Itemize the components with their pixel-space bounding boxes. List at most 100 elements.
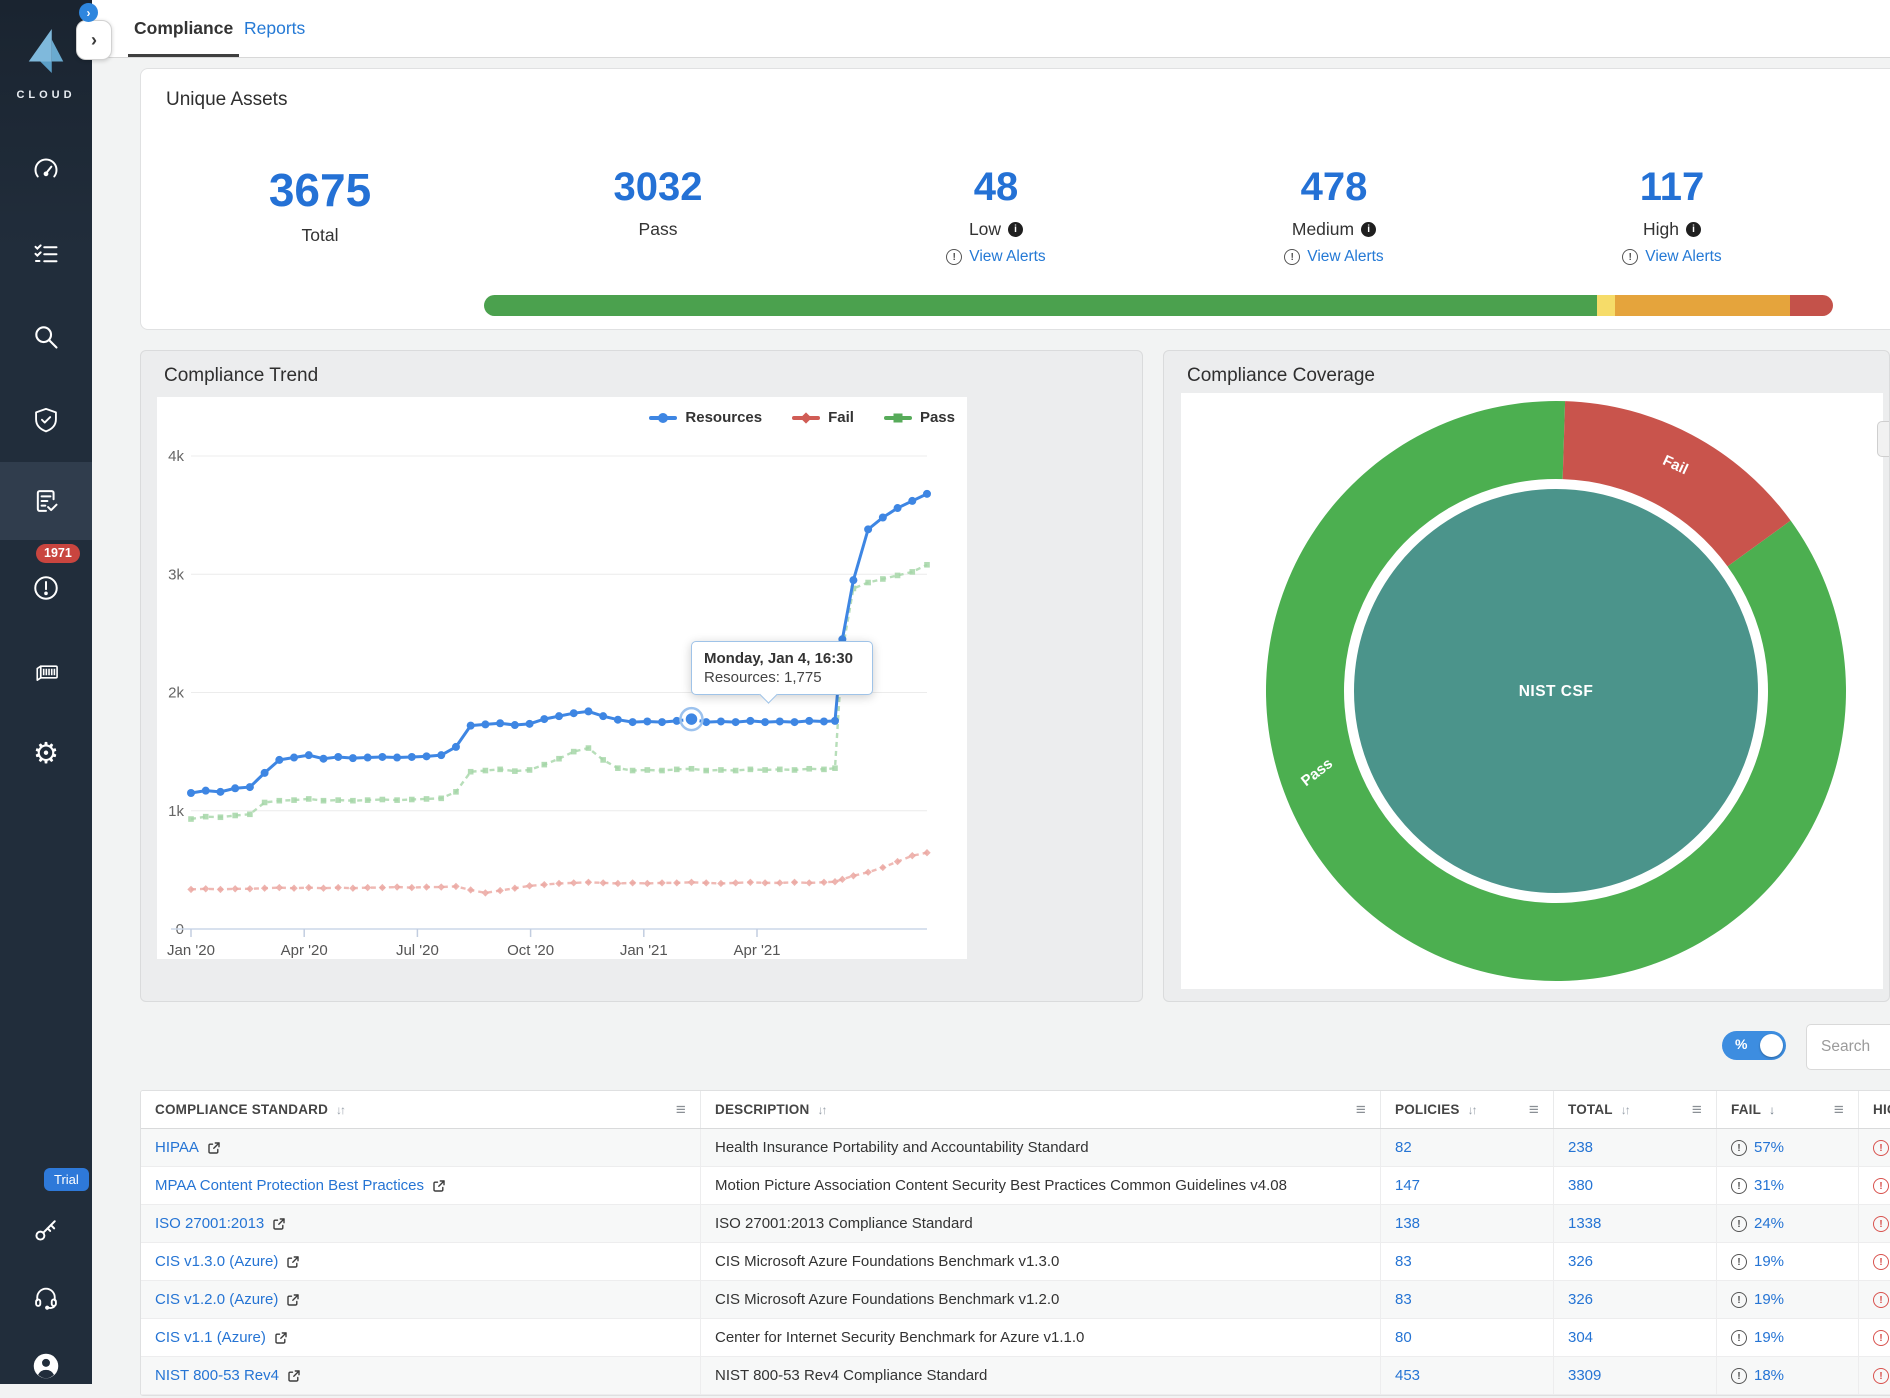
key-icon [32,1216,60,1244]
sort-icon[interactable]: ↓↑ [336,1103,344,1117]
sidebar-expand-button[interactable]: › [76,20,112,60]
stat-pass: 3032Pass [489,167,827,266]
sidebar-item-support[interactable] [0,1266,92,1330]
cell-description: Center for Internet Security Benchmark f… [701,1319,1381,1356]
high-warning-icon: ! [1873,1330,1889,1346]
policies-count-link[interactable]: 83 [1395,1253,1412,1270]
external-link-icon[interactable] [287,1369,301,1383]
policies-count-link[interactable]: 147 [1395,1177,1420,1194]
stat-label: Medium [1292,219,1354,240]
search-icon [32,323,60,351]
fail-percent-link[interactable]: 31% [1754,1177,1784,1194]
description-text: ISO 27001:2013 Compliance Standard [715,1215,973,1232]
avatar-icon [32,1352,60,1380]
standard-link[interactable]: HIPAA [155,1139,199,1156]
column-header-description[interactable]: DESCRIPTION ↓↑ ≡ [701,1091,1381,1128]
sidebar-item-policies[interactable] [0,388,92,452]
fail-warning-icon: ! [1731,1178,1747,1194]
total-count-link[interactable]: 3309 [1568,1367,1601,1384]
legend-item-fail[interactable]: Fail [792,409,854,426]
cell-compliance-standard: MPAA Content Protection Best Practices [141,1167,701,1204]
external-link-icon[interactable] [286,1293,300,1307]
info-icon[interactable]: i [1008,222,1023,237]
total-count-link[interactable]: 326 [1568,1253,1593,1270]
legend-item-resources[interactable]: Resources [649,409,762,426]
standard-link[interactable]: CIS v1.2.0 (Azure) [155,1291,278,1308]
sort-icon[interactable]: ↓↑ [1468,1103,1476,1117]
unique-assets-stats: 3675Total3032Pass48Lowi!View Alerts478Me… [151,167,1841,266]
sidebar-item-compliance[interactable] [0,462,92,540]
view-alerts-link-medium[interactable]: !View Alerts [1165,248,1503,266]
column-menu-icon[interactable]: ≡ [1834,1101,1844,1118]
fail-percent-link[interactable]: 19% [1754,1291,1784,1308]
fail-percent-link[interactable]: 18% [1754,1367,1784,1384]
sidebar-item-license[interactable]: Trial [0,1198,92,1262]
external-link-icon[interactable] [272,1217,286,1231]
total-count-link[interactable]: 238 [1568,1139,1593,1156]
column-header-high[interactable]: HIGH [1859,1091,1890,1128]
column-header-policies[interactable]: POLICIES↓↑≡ [1381,1091,1554,1128]
column-label: COMPLIANCE STANDARD [155,1102,328,1117]
policies-count-link[interactable]: 453 [1395,1367,1420,1384]
total-count-link[interactable]: 326 [1568,1291,1593,1308]
standard-link[interactable]: CIS v1.3.0 (Azure) [155,1253,278,1270]
column-menu-icon[interactable]: ≡ [1692,1101,1702,1118]
sidebar-item-compute[interactable] [0,640,92,704]
external-link-icon[interactable] [432,1179,446,1193]
stat-label: Total [302,225,339,246]
standard-link[interactable]: NIST 800-53 Rev4 [155,1367,279,1384]
column-menu-icon[interactable]: ≡ [1529,1101,1539,1118]
cell-description: CIS Microsoft Azure Foundations Benchmar… [701,1243,1381,1280]
fail-percent-link[interactable]: 57% [1754,1139,1784,1156]
fail-percent-link[interactable]: 24% [1754,1215,1784,1232]
total-count-link[interactable]: 304 [1568,1329,1593,1346]
sort-icon[interactable]: ↓↑ [817,1103,825,1117]
view-alerts-link-high[interactable]: !View Alerts [1503,248,1841,266]
sidebar-item-dashboard[interactable] [0,140,92,204]
percent-toggle[interactable]: % [1722,1031,1786,1060]
info-icon[interactable]: i [1686,222,1701,237]
sidebar-item-alerts[interactable]: 1971 [0,556,92,620]
sidebar-item-profile[interactable] [0,1334,92,1398]
coverage-title: Compliance Coverage [1187,365,1375,387]
panel-expand-handle[interactable] [1877,421,1889,457]
standard-link[interactable]: CIS v1.1 (Azure) [155,1329,266,1346]
sidebar-item-settings[interactable]: ⚙ [0,722,92,786]
fail-percent-link[interactable]: 19% [1754,1253,1784,1270]
legend-item-pass[interactable]: Pass [884,409,955,426]
external-link-icon[interactable] [274,1331,288,1345]
column-header-total[interactable]: TOTAL↓↑≡ [1554,1091,1717,1128]
column-menu-icon[interactable]: ≡ [1356,1101,1366,1118]
sidebar-item-inventory[interactable] [0,222,92,286]
tab-compliance[interactable]: Compliance [128,0,239,57]
column-header-compliance-standard[interactable]: COMPLIANCE STANDARD ↓↑ ≡ [141,1091,701,1128]
cell-fail: !19% [1717,1319,1859,1356]
svg-text:Apr '20: Apr '20 [281,942,328,959]
sort-desc-icon[interactable]: ↓ [1769,1103,1773,1117]
column-label: DESCRIPTION [715,1102,809,1117]
column-header-fail[interactable]: FAIL↓≡ [1717,1091,1859,1128]
sidebar-item-investigate[interactable] [0,305,92,369]
policies-count-link[interactable]: 83 [1395,1291,1412,1308]
tab-reports[interactable]: Reports [238,0,311,57]
total-count-link[interactable]: 380 [1568,1177,1593,1194]
search-input[interactable] [1806,1024,1890,1070]
standard-link[interactable]: MPAA Content Protection Best Practices [155,1177,424,1194]
standard-link[interactable]: ISO 27001:2013 [155,1215,264,1232]
external-link-icon[interactable] [207,1141,221,1155]
stat-value: 3032 [489,167,827,207]
cell-total: 3309 [1554,1357,1717,1394]
policies-count-link[interactable]: 82 [1395,1139,1412,1156]
info-icon[interactable]: i [1361,222,1376,237]
fail-percent-link[interactable]: 19% [1754,1329,1784,1346]
policies-count-link[interactable]: 80 [1395,1329,1412,1346]
external-link-icon[interactable] [286,1255,300,1269]
policies-count-link[interactable]: 138 [1395,1215,1420,1232]
column-menu-icon[interactable]: ≡ [676,1101,686,1118]
fail-marker-icon [792,416,820,420]
notification-dot[interactable]: › [79,3,98,22]
view-alerts-link-low[interactable]: !View Alerts [827,248,1165,266]
total-count-link[interactable]: 1338 [1568,1215,1601,1232]
sort-icon[interactable]: ↓↑ [1621,1103,1629,1117]
shield-check-icon [32,406,60,434]
